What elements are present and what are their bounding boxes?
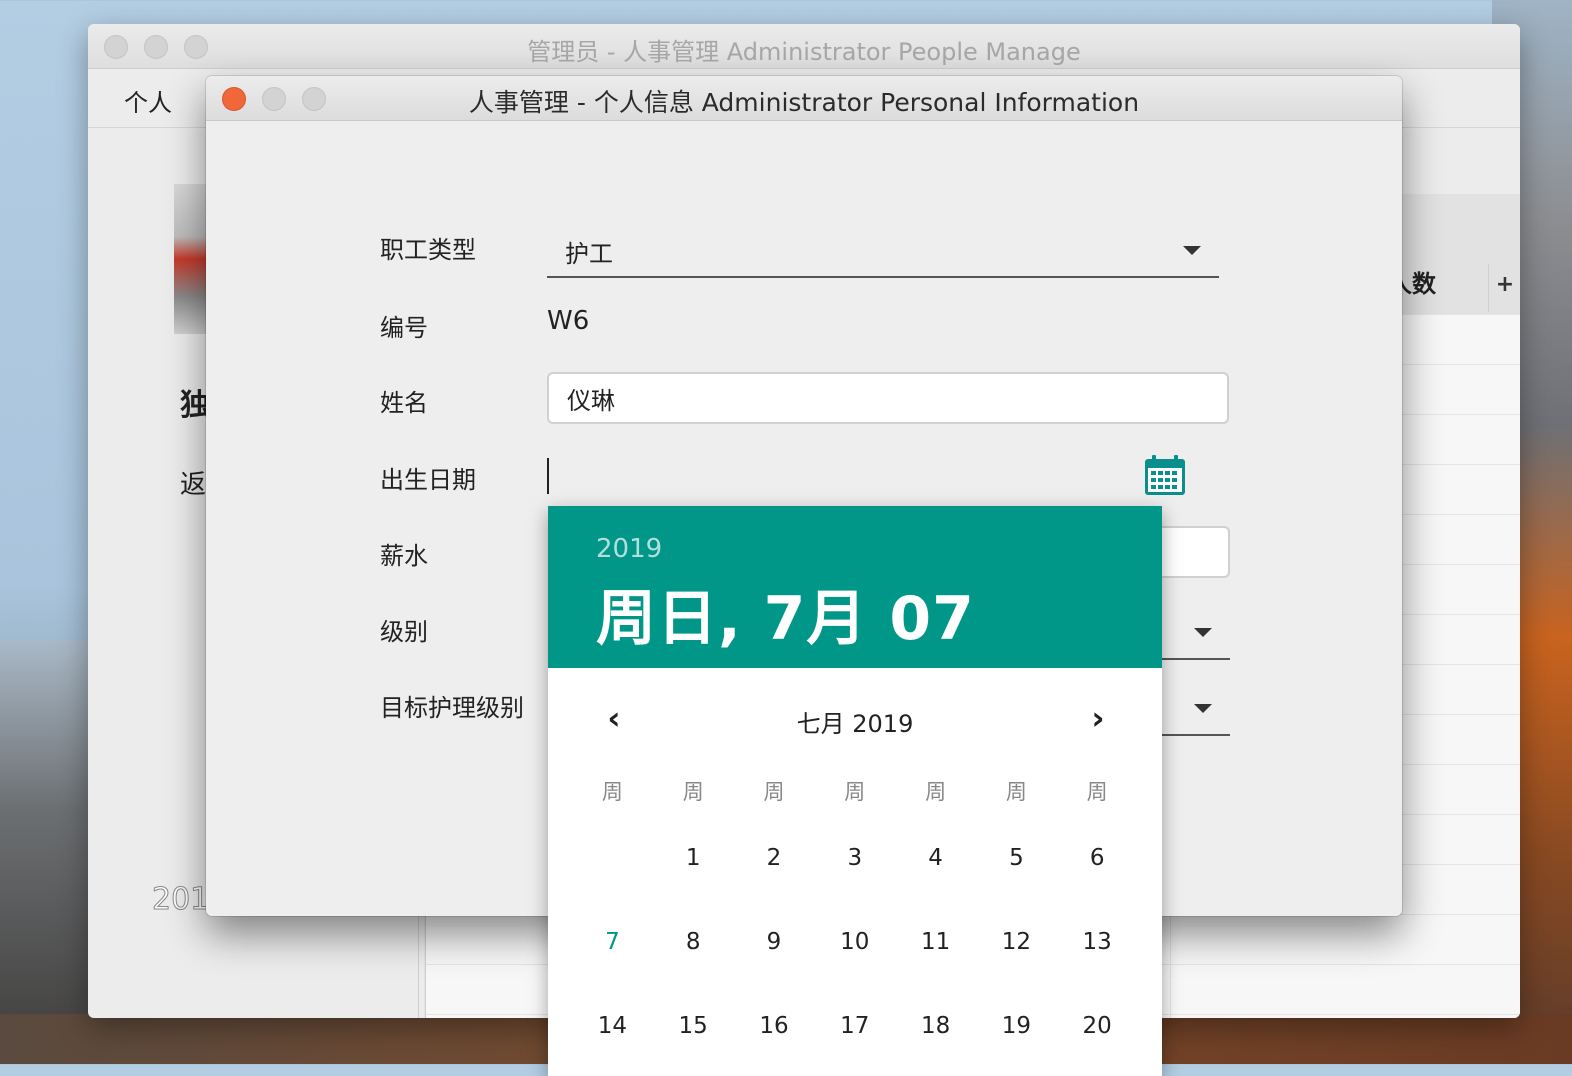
calendar-icon[interactable] xyxy=(1144,454,1186,496)
weekday-row: 周 周 周 周 周 周 周 xyxy=(572,768,1138,816)
name-input[interactable] xyxy=(565,383,1209,413)
level-combobox[interactable] xyxy=(1162,606,1230,660)
day-cell[interactable]: 1 xyxy=(653,816,734,900)
day-cell[interactable]: 15 xyxy=(653,984,734,1068)
dialog-titlebar: 人事管理 - 个人信息 Administrator Personal Infor… xyxy=(206,76,1402,121)
table-divider xyxy=(418,904,426,1018)
day-cell[interactable]: 10 xyxy=(814,900,895,984)
chevron-down-icon xyxy=(1194,704,1212,713)
week-row: 7 8 9 10 11 12 13 xyxy=(572,900,1138,984)
date-picker-selected-date: 周日, 7月 07 xyxy=(596,584,975,654)
name-label: 姓名 xyxy=(380,389,428,417)
day-cell[interactable]: 20 xyxy=(1057,984,1138,1068)
level-label: 级别 xyxy=(380,618,428,646)
day-cell[interactable]: 5 xyxy=(976,816,1057,900)
weekday-label: 周 xyxy=(601,780,623,804)
weekday-label: 周 xyxy=(682,780,704,804)
sidebar-back-link[interactable]: 返 xyxy=(180,464,206,501)
day-cell[interactable]: 9 xyxy=(734,900,815,984)
menu-personal[interactable]: 个人 xyxy=(124,83,172,118)
weekday-label: 周 xyxy=(925,780,947,804)
day-cell[interactable]: 18 xyxy=(895,984,976,1068)
date-picker-header: 2019 周日, 7月 07 xyxy=(548,506,1162,668)
staff-type-value: 护工 xyxy=(565,240,613,268)
chevron-down-icon xyxy=(1194,628,1212,637)
day-cell-today[interactable]: 7 xyxy=(572,900,653,984)
day-cell-empty xyxy=(572,816,653,900)
target-care-level-combobox[interactable] xyxy=(1162,682,1230,736)
staff-type-combobox[interactable]: 护工 xyxy=(547,224,1219,278)
weekday-label: 周 xyxy=(763,780,785,804)
day-cell[interactable]: 3 xyxy=(814,816,895,900)
add-column-button[interactable]: + xyxy=(1488,264,1520,312)
day-cell[interactable]: 14 xyxy=(572,984,653,1068)
date-picker-month-nav: ‹ 七月 2019 › xyxy=(548,668,1162,768)
number-label: 编号 xyxy=(380,314,428,342)
day-cell[interactable]: 11 xyxy=(895,900,976,984)
birthdate-input[interactable] xyxy=(547,455,1187,498)
day-cell[interactable]: 12 xyxy=(976,900,1057,984)
chevron-right-icon[interactable]: › xyxy=(1078,700,1118,740)
text-caret xyxy=(547,458,549,494)
week-row: 1 2 3 4 5 6 xyxy=(572,816,1138,900)
chevron-down-icon xyxy=(1183,246,1201,255)
number-value: W6 xyxy=(547,306,590,336)
name-field[interactable] xyxy=(547,372,1229,424)
weekday-label: 周 xyxy=(1005,780,1027,804)
weekday-label: 周 xyxy=(1086,780,1108,804)
main-titlebar: 管理员 - 人事管理 Administrator People Manage xyxy=(88,24,1520,69)
sidebar-year-text: 201 xyxy=(151,882,210,918)
day-cell[interactable]: 16 xyxy=(734,984,815,1068)
weekday-label: 周 xyxy=(844,780,866,804)
day-cell[interactable]: 19 xyxy=(976,984,1057,1068)
date-picker-year[interactable]: 2019 xyxy=(596,534,662,564)
salary-field[interactable] xyxy=(1162,526,1230,578)
main-window-title: 管理员 - 人事管理 Administrator People Manage xyxy=(527,38,1081,66)
desktop-wallpaper-left xyxy=(0,640,95,1064)
day-cell[interactable]: 4 xyxy=(895,816,976,900)
date-picker-grid: 周 周 周 周 周 周 周 1 2 3 4 5 6 7 8 9 10 11 12… xyxy=(572,768,1138,1068)
day-cell[interactable]: 8 xyxy=(653,900,734,984)
week-row: 14 15 16 17 18 19 20 xyxy=(572,984,1138,1068)
day-cell[interactable]: 17 xyxy=(814,984,895,1068)
date-picker-popup: 2019 周日, 7月 07 ‹ 七月 2019 › 周 周 周 周 周 周 周… xyxy=(548,506,1162,1076)
day-cell[interactable]: 2 xyxy=(734,816,815,900)
day-cell[interactable]: 13 xyxy=(1057,900,1138,984)
target-care-level-label: 目标护理级别 xyxy=(380,694,524,722)
day-cell[interactable]: 6 xyxy=(1057,816,1138,900)
dialog-title: 人事管理 - 个人信息 Administrator Personal Infor… xyxy=(468,88,1140,117)
staff-type-label: 职工类型 xyxy=(380,236,476,264)
date-picker-month-label: 七月 2019 xyxy=(796,710,914,738)
birthdate-label: 出生日期 xyxy=(380,466,476,494)
salary-label: 薪水 xyxy=(380,542,428,570)
